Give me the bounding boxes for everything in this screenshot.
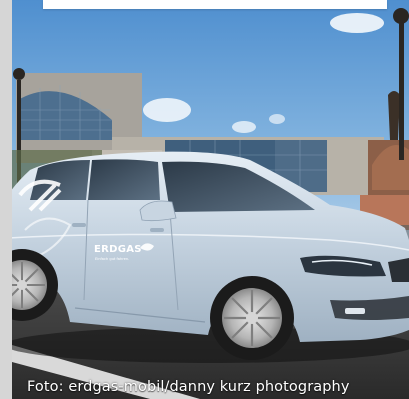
top-white-panel bbox=[43, 0, 387, 9]
decal-tagline-text: Einfach gut fahren. bbox=[95, 257, 129, 261]
car-decal: ERDGAS Einfach gut fahren. bbox=[94, 244, 142, 261]
photo-frame: ERDGAS Einfach gut fahren. Foto: erdgas-… bbox=[0, 0, 409, 399]
photo-credit: Foto: erdgas-mobil/danny kurz photograph… bbox=[27, 379, 350, 395]
left-page-edge bbox=[0, 0, 12, 399]
decal-brand-text: ERDGAS bbox=[94, 244, 142, 255]
